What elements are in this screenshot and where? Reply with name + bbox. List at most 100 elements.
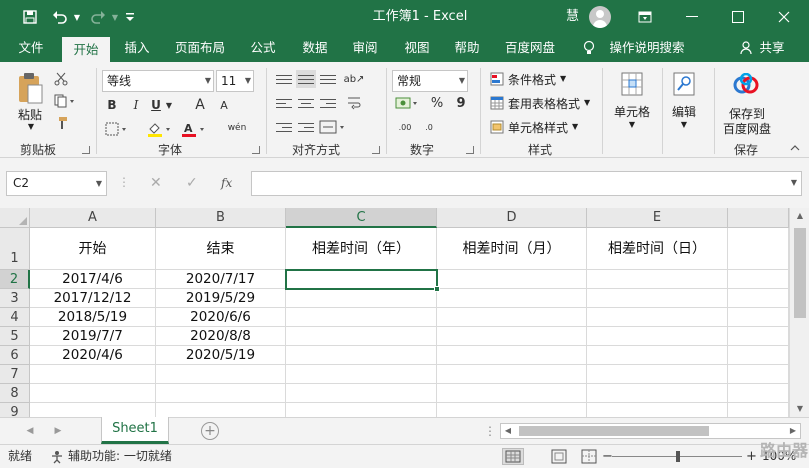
- save-to-baidu-button-line2[interactable]: 百度网盘: [716, 120, 778, 137]
- number-format-select[interactable]: 常规 ▼: [392, 70, 468, 92]
- column-header-f[interactable]: [728, 208, 789, 228]
- tab-view[interactable]: 视图: [394, 34, 440, 62]
- top-align-icon[interactable]: [274, 70, 294, 88]
- increase-indent-icon[interactable]: [296, 118, 316, 136]
- tab-file[interactable]: 文件: [8, 34, 54, 62]
- alignment-launcher-icon[interactable]: [372, 146, 380, 154]
- cell-e9[interactable]: [587, 403, 728, 417]
- underline-button[interactable]: U: [148, 96, 164, 114]
- cell-c8[interactable]: [286, 384, 437, 403]
- row-header-9[interactable]: 9: [0, 403, 30, 417]
- cell-a2[interactable]: 2017/4/6: [30, 270, 156, 289]
- cell-d2[interactable]: [437, 270, 587, 289]
- cell-e6[interactable]: [587, 346, 728, 365]
- cell-a6[interactable]: 2020/4/6: [30, 346, 156, 365]
- cell-a9[interactable]: [30, 403, 156, 417]
- font-name-select[interactable]: 等线 ▼: [102, 70, 214, 92]
- scroll-up-icon[interactable]: ▲: [790, 208, 809, 224]
- share-button[interactable]: 共享: [756, 34, 788, 62]
- cell-d4[interactable]: [437, 308, 587, 327]
- cell-f2[interactable]: [728, 270, 789, 289]
- cell-f4[interactable]: [728, 308, 789, 327]
- underline-dropdown-icon[interactable]: ▼: [164, 96, 174, 114]
- cell-f5[interactable]: [728, 327, 789, 346]
- cell-e4[interactable]: [587, 308, 728, 327]
- format-painter-icon[interactable]: [52, 114, 70, 132]
- cell-b2[interactable]: 2020/7/17: [156, 270, 286, 289]
- save-icon[interactable]: [18, 0, 42, 34]
- vertical-scrollbar[interactable]: ▲ ▼: [789, 208, 809, 417]
- cell-f3[interactable]: [728, 289, 789, 308]
- shrink-font-button[interactable]: A: [216, 96, 232, 114]
- cell-d8[interactable]: [437, 384, 587, 403]
- cell-a1[interactable]: 开始: [30, 228, 156, 270]
- horizontal-scroll-thumb[interactable]: [519, 426, 709, 436]
- increase-decimal-button[interactable]: .00: [394, 118, 416, 136]
- bottom-align-icon[interactable]: [318, 70, 338, 88]
- cell-d5[interactable]: [437, 327, 587, 346]
- font-color-icon[interactable]: A: [180, 120, 208, 138]
- close-icon[interactable]: [764, 0, 804, 34]
- cell-b9[interactable]: [156, 403, 286, 417]
- tab-review[interactable]: 审阅: [342, 34, 388, 62]
- tab-help[interactable]: 帮助: [444, 34, 490, 62]
- tab-baidu-netdisk[interactable]: 百度网盘: [498, 34, 562, 62]
- number-launcher-icon[interactable]: [466, 146, 474, 154]
- conditional-formatting-icon[interactable]: [488, 70, 506, 88]
- chevron-down-icon[interactable]: ▼: [584, 98, 590, 107]
- row-header-4[interactable]: 4: [0, 308, 30, 327]
- accounting-format-icon[interactable]: [394, 94, 420, 112]
- align-left-icon[interactable]: [274, 94, 294, 112]
- formula-input[interactable]: ▼: [251, 171, 802, 196]
- paste-dropdown-icon[interactable]: ▼: [25, 122, 37, 131]
- cell-e2[interactable]: [587, 270, 728, 289]
- zoom-slider-knob[interactable]: [676, 451, 680, 462]
- customize-qat-icon[interactable]: [122, 0, 138, 34]
- share-person-icon[interactable]: [738, 34, 756, 62]
- scroll-left-icon[interactable]: ◀: [501, 424, 515, 438]
- middle-align-icon[interactable]: [296, 70, 316, 88]
- scroll-right-icon[interactable]: ▶: [786, 424, 800, 438]
- redo-dropdown-icon[interactable]: ▼: [110, 0, 120, 34]
- tab-split-handle[interactable]: ⋮: [484, 424, 496, 438]
- borders-icon[interactable]: [104, 120, 130, 138]
- cell-e8[interactable]: [587, 384, 728, 403]
- tab-formulas[interactable]: 公式: [240, 34, 286, 62]
- cell-b5[interactable]: 2020/8/8: [156, 327, 286, 346]
- enter-icon[interactable]: ✓: [186, 171, 198, 196]
- page-layout-view-icon[interactable]: [548, 448, 570, 465]
- chevron-down-icon[interactable]: ▼: [626, 120, 638, 129]
- collapse-ribbon-icon[interactable]: [788, 142, 802, 154]
- column-header-e[interactable]: E: [587, 208, 728, 228]
- row-header-7[interactable]: 7: [0, 365, 30, 384]
- cell-f6[interactable]: [728, 346, 789, 365]
- column-header-a[interactable]: A: [30, 208, 156, 228]
- cell-c7[interactable]: [286, 365, 437, 384]
- next-sheet-icon[interactable]: ▶: [48, 418, 68, 444]
- cell-f8[interactable]: [728, 384, 789, 403]
- cell-f1[interactable]: [728, 228, 789, 270]
- align-right-icon[interactable]: [318, 94, 338, 112]
- horizontal-scrollbar[interactable]: ◀ ▶: [500, 423, 801, 439]
- normal-view-icon[interactable]: [502, 448, 524, 465]
- decrease-indent-icon[interactable]: [274, 118, 294, 136]
- tell-me-search[interactable]: 操作说明搜索: [602, 34, 692, 62]
- name-box[interactable]: C2 ▼: [6, 171, 107, 196]
- tab-data[interactable]: 数据: [292, 34, 338, 62]
- cell-d1[interactable]: 相差时间（月）: [437, 228, 587, 270]
- percent-button[interactable]: %: [428, 94, 446, 112]
- insert-function-icon[interactable]: fx: [221, 171, 232, 196]
- chevron-down-icon[interactable]: ▼: [791, 178, 797, 187]
- align-center-icon[interactable]: [296, 94, 316, 112]
- redo-icon[interactable]: [86, 0, 110, 34]
- cell-e5[interactable]: [587, 327, 728, 346]
- orientation-icon[interactable]: ab↗: [344, 70, 365, 88]
- comma-style-button[interactable]: 9: [452, 94, 470, 112]
- cell-styles-button[interactable]: 单元格样式: [508, 119, 568, 136]
- chevron-down-icon[interactable]: ▼: [572, 122, 578, 131]
- cell-f7[interactable]: [728, 365, 789, 384]
- font-size-select[interactable]: 11 ▼: [216, 70, 254, 92]
- decrease-decimal-button[interactable]: .0: [418, 118, 440, 136]
- cell-c9[interactable]: [286, 403, 437, 417]
- row-header-6[interactable]: 6: [0, 346, 30, 365]
